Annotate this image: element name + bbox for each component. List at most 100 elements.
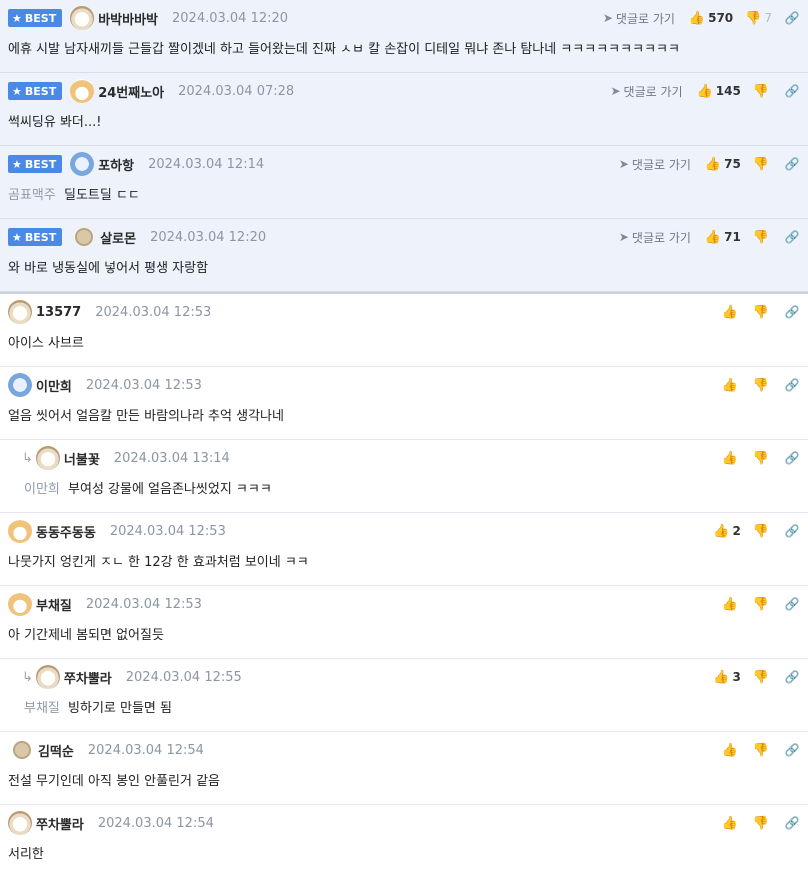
nickname[interactable]: 쭈차뿔라	[64, 668, 112, 687]
link-icon[interactable]: 🔗	[784, 305, 800, 319]
upvote-count: 75	[724, 157, 741, 171]
nickname[interactable]: 김떡순	[38, 741, 74, 760]
best-label: BEST	[24, 230, 57, 244]
avatar[interactable]	[35, 446, 60, 470]
best-label: BEST	[24, 11, 57, 25]
star-icon: ★	[12, 84, 22, 98]
downvote-button[interactable]: 👎	[753, 84, 772, 99]
avatar[interactable]	[70, 6, 95, 30]
nickname[interactable]: 부채질	[36, 595, 72, 614]
upvote-button[interactable]: 👍	[722, 816, 741, 831]
link-icon[interactable]: 🔗	[784, 157, 800, 171]
upvote-button[interactable]: 👍	[722, 743, 741, 758]
comment-actions: 👍 👎 🔗	[722, 374, 800, 396]
upvote-button[interactable]: 👍	[722, 305, 741, 320]
thumbs-down-icon: 👎	[752, 156, 769, 172]
comment-body: 아 기간제네 봄되면 없어질듯	[8, 624, 164, 643]
upvote-button[interactable]: 👍	[722, 597, 741, 612]
comment-item: ★ BEST 살로몬 2024.03.04 12:20 ➤ 댓글로 가기 👍 7…	[0, 219, 808, 292]
downvote-button[interactable]: 👎	[753, 305, 772, 320]
link-icon[interactable]: 🔗	[784, 378, 800, 392]
downvote-button[interactable]: 👎	[753, 743, 772, 758]
comment-date: 2024.03.04 12:20	[150, 229, 267, 245]
comment-header: ★ BEST 바박바바박 2024.03.04 12:20 ➤ 댓글로 가기 👍…	[8, 6, 800, 30]
avatar[interactable]	[8, 300, 32, 324]
comment-actions: ➤ 댓글로 가기 👍 71 👎 🔗	[619, 226, 800, 248]
downvote-button[interactable]: 👎	[753, 524, 772, 539]
comment-item: ↳ 쭈차뿔라 2024.03.04 12:55 👍 3 👎 🔗 부채질 빙하기로…	[0, 659, 808, 732]
link-icon[interactable]: 🔗	[784, 816, 800, 830]
comment-text: 얼음 씻어서 얼음칼 만든 바람의나라 추억 생각나네	[8, 409, 284, 424]
goto-arrow-icon: ➤	[618, 157, 629, 171]
link-icon[interactable]: 🔗	[784, 230, 800, 244]
downvote-button[interactable]: 👎	[753, 230, 772, 245]
nickname[interactable]: 13577	[36, 305, 81, 320]
nickname[interactable]: 너불꽃	[64, 449, 100, 468]
comment-text: 서리한	[8, 847, 44, 862]
comment-body: 전설 무기인데 아직 봉인 안풀린거 같음	[8, 770, 220, 789]
avatar[interactable]	[35, 665, 60, 689]
link-icon[interactable]: 🔗	[784, 743, 800, 757]
upvote-button[interactable]: 👍 570	[689, 11, 733, 26]
upvote-button[interactable]: 👍 145	[697, 84, 741, 99]
link-icon[interactable]: 🔗	[784, 451, 800, 465]
comment-body: 에휴 시발 남자새끼들 근들갑 짤이겠네 하고 들어왔는데 진짜 ㅅㅂ 칼 손잡…	[8, 38, 680, 57]
goto-comment-link[interactable]: ➤ 댓글로 가기	[610, 83, 682, 100]
comment-actions: ➤ 댓글로 가기 👍 145 👎 🔗	[610, 80, 800, 102]
nickname[interactable]: 동동주동동	[36, 522, 96, 541]
nickname[interactable]: 포하항	[98, 155, 134, 174]
goto-arrow-icon: ➤	[610, 84, 621, 98]
link-icon[interactable]: 🔗	[784, 597, 800, 611]
avatar[interactable]	[8, 519, 32, 543]
comment-text: 썩씨딩유 봐더...!	[8, 115, 102, 130]
downvote-button[interactable]: 👎	[753, 816, 772, 831]
link-icon[interactable]: 🔗	[784, 524, 800, 538]
link-icon[interactable]: 🔗	[784, 84, 800, 98]
comment-header: 김떡순 2024.03.04 12:54 👍 👎 🔗	[8, 739, 800, 761]
star-icon: ★	[12, 157, 22, 171]
upvote-button[interactable]: 👍 75	[705, 157, 741, 172]
upvote-button[interactable]: 👍	[722, 378, 741, 393]
avatar[interactable]	[8, 373, 32, 397]
goto-comment-link[interactable]: ➤ 댓글로 가기	[619, 229, 691, 246]
link-icon[interactable]: 🔗	[784, 670, 800, 684]
downvote-button[interactable]: 👎	[753, 378, 772, 393]
comment-header: ↳ 너불꽃 2024.03.04 13:14 👍 👎 🔗	[22, 446, 800, 470]
goto-comment-link[interactable]: ➤ 댓글로 가기	[603, 10, 675, 27]
downvote-button[interactable]: 👎	[753, 670, 772, 685]
downvote-button[interactable]: 👎	[753, 451, 772, 466]
nickname[interactable]: 이만희	[36, 376, 72, 395]
thumbs-up-icon: 👍	[721, 450, 738, 466]
upvote-button[interactable]: 👍	[722, 451, 741, 466]
upvote-button[interactable]: 👍 3	[713, 670, 741, 685]
avatar[interactable]	[75, 228, 94, 246]
mention[interactable]: 곰표맥주	[8, 188, 56, 203]
goto-label: 댓글로 가기	[631, 230, 691, 245]
upvote-button[interactable]: 👍 2	[713, 524, 741, 539]
avatar[interactable]	[8, 811, 32, 835]
comment-item: 동동주동동 2024.03.04 12:53 👍 2 👎 🔗 나뭇가지 엉킨게 …	[0, 513, 808, 586]
mention[interactable]: 부채질	[24, 701, 60, 716]
link-icon[interactable]: 🔗	[784, 11, 800, 25]
upvote-count: 2	[732, 524, 741, 538]
nickname[interactable]: 24번째노아	[98, 82, 164, 101]
thumbs-up-icon: 👍	[721, 596, 738, 612]
comment-date: 2024.03.04 07:28	[178, 83, 295, 99]
comment-actions: 👍 👎 🔗	[722, 739, 800, 761]
nickname[interactable]: 쭈차뿔라	[36, 814, 84, 833]
nickname[interactable]: 바박바바박	[98, 9, 158, 28]
downvote-button[interactable]: 👎	[753, 597, 772, 612]
reply-arrow-icon: ↳	[22, 450, 33, 466]
comment-text: 와 바로 냉동실에 넣어서 평생 자랑함	[8, 261, 209, 276]
comment-text: 아이스 사브르	[8, 336, 84, 351]
avatar[interactable]	[70, 152, 95, 176]
nickname[interactable]: 살로몬	[100, 228, 136, 247]
upvote-button[interactable]: 👍 71	[705, 230, 741, 245]
avatar[interactable]	[13, 741, 31, 759]
mention[interactable]: 이만희	[24, 482, 60, 497]
downvote-button[interactable]: 👎 7	[745, 11, 772, 26]
avatar[interactable]	[70, 79, 95, 103]
goto-comment-link[interactable]: ➤ 댓글로 가기	[619, 156, 691, 173]
avatar[interactable]	[8, 592, 32, 616]
downvote-button[interactable]: 👎	[753, 157, 772, 172]
